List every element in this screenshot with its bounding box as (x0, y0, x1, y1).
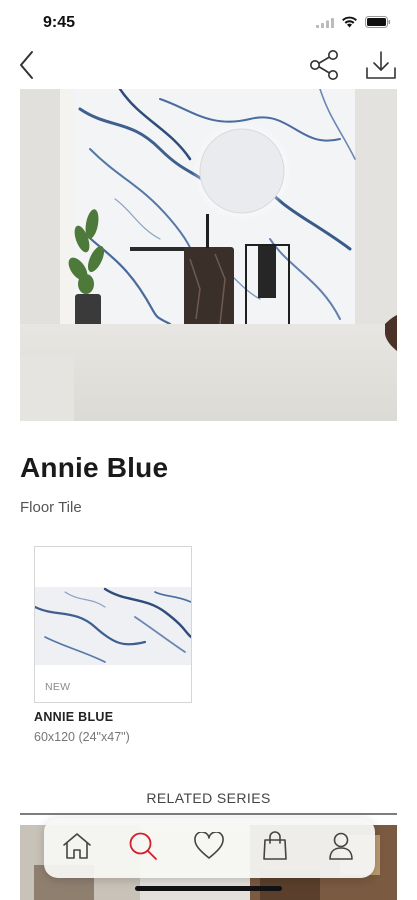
search-icon (128, 831, 158, 866)
heart-icon (193, 830, 225, 865)
related-series-heading: RELATED SERIES (146, 790, 271, 806)
share-button[interactable] (306, 49, 342, 85)
download-button[interactable] (362, 49, 400, 85)
home-icon (62, 832, 92, 865)
share-icon (308, 49, 340, 85)
wifi-icon (341, 15, 358, 33)
variant-name: ANNIE BLUE (34, 710, 114, 724)
tab-bag[interactable] (242, 818, 308, 878)
status-time: 9:45 (43, 14, 76, 31)
tab-search[interactable] (110, 818, 176, 878)
back-button[interactable] (14, 50, 40, 84)
status-bar: 9:45 (0, 0, 417, 46)
tab-favorites[interactable] (176, 818, 242, 878)
battery-icon (365, 15, 391, 33)
signal-icon (316, 15, 334, 33)
bathroom-scene-illustration (20, 89, 397, 421)
back-chevron-icon (19, 50, 35, 85)
hero-image (20, 89, 397, 421)
tab-home[interactable] (44, 818, 110, 878)
tab-profile[interactable] (308, 818, 374, 878)
nav-bar (0, 46, 417, 90)
status-icons (316, 15, 391, 33)
download-icon (364, 49, 398, 86)
home-indicator[interactable] (135, 886, 282, 891)
product-title: Annie Blue (20, 452, 169, 483)
shopping-bag-icon (262, 830, 288, 866)
marble-tile-swatch (35, 547, 191, 702)
related-series-divider (20, 813, 397, 815)
variant-badge: NEW (45, 681, 71, 693)
variant-card[interactable]: NEW (34, 546, 192, 703)
product-category: Floor Tile (20, 499, 82, 516)
variant-size: 60x120 (24"x47") (34, 730, 130, 744)
profile-icon (327, 831, 355, 866)
tab-bar (44, 818, 375, 878)
